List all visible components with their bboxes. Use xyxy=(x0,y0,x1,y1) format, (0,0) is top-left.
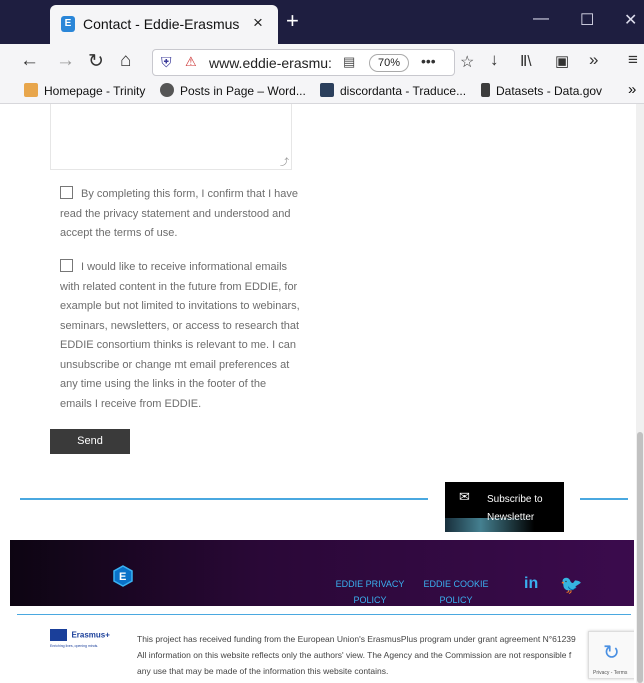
bookmark-label: discordanta - Traduce... xyxy=(340,84,467,98)
eddie-logo-icon[interactable]: E xyxy=(112,565,134,587)
bookmark-label: Posts in Page – Word... xyxy=(180,84,306,98)
send-button[interactable]: Send xyxy=(50,429,130,454)
library-icon[interactable]: Ⅱ\ xyxy=(520,52,532,70)
bookmark-label: Datasets - Data.gov xyxy=(496,84,603,98)
site-footer: E EDDIE PRIVACY POLICY EDDIE COOKIE POLI… xyxy=(10,540,634,606)
resize-handle-icon[interactable]: ⤴ xyxy=(280,155,289,168)
newsletter-checkbox[interactable] xyxy=(60,259,73,272)
twitter-icon[interactable]: 🐦 xyxy=(560,575,582,596)
shield-icon[interactable]: ⛨ xyxy=(161,54,172,71)
close-window-icon[interactable]: ✕ xyxy=(624,10,637,30)
translate-icon xyxy=(320,83,334,97)
zoom-level[interactable]: 70% xyxy=(369,54,409,72)
back-icon[interactable]: ← xyxy=(20,50,39,72)
maximize-icon[interactable]: ☐ xyxy=(580,10,594,30)
downloads-icon[interactable]: ↓ xyxy=(490,50,499,70)
tab-contact[interactable]: E Contact - Eddie-Erasmus × xyxy=(50,5,278,44)
site-favicon-icon: E xyxy=(61,16,75,32)
wordpress-icon xyxy=(160,83,174,97)
insecure-lock-icon[interactable]: ⚠ xyxy=(185,54,197,70)
newsletter-label: I would like to receive informational em… xyxy=(60,261,300,410)
forward-icon[interactable]: → xyxy=(56,50,75,72)
cookie-link-line-1: EDDIE COOKIE xyxy=(423,579,489,589)
webpage-viewport: ⤴ By completing this form, I confirm tha… xyxy=(10,104,634,683)
scrollbar-thumb[interactable] xyxy=(637,432,643,683)
recaptcha-links[interactable]: Privacy - Terms xyxy=(593,670,627,676)
newsletter-checkbox-row: I would like to receive informational em… xyxy=(60,258,300,414)
consent-label: By completing this form, I confirm that … xyxy=(60,188,299,239)
svg-text:E: E xyxy=(119,571,126,583)
reload-icon[interactable]: ↻ xyxy=(88,50,104,73)
privacy-link-line-1: EDDIE PRIVACY xyxy=(335,579,405,589)
divider-left xyxy=(20,498,428,500)
eu-flag-icon xyxy=(50,628,67,641)
url-text[interactable]: www.eddie-erasmu: xyxy=(209,55,332,71)
bookmark-item[interactable]: discordanta - Traduce... xyxy=(320,83,466,98)
envelope-icon: ✉ xyxy=(459,489,470,504)
bookmarks-overflow-icon[interactable]: » xyxy=(628,81,636,98)
divider-right xyxy=(580,498,628,500)
newsletter-line-1: Subscribe to xyxy=(487,494,543,505)
cookie-policy-link[interactable]: EDDIE COOKIE POLICY xyxy=(418,576,494,608)
message-textarea[interactable]: ⤴ xyxy=(50,104,292,170)
browser-titlebar: E Contact - Eddie-Erasmus × + — ☐ ✕ xyxy=(0,0,644,44)
navigation-toolbar: ← → ↻ ⌂ ⛨ ⚠ www.eddie-erasmu: ▤ 70% ••• … xyxy=(0,44,644,78)
linkedin-icon[interactable]: in xyxy=(524,575,538,593)
reader-view-icon[interactable]: ▤ xyxy=(343,54,355,70)
funding-line-2: All information on this website reflects… xyxy=(137,650,572,660)
menu-icon[interactable]: ≡ xyxy=(628,50,638,70)
bookmark-item[interactable]: Posts in Page – Word... xyxy=(160,83,306,98)
erasmus-tagline: Enriching lives, opening minds. xyxy=(50,644,99,648)
consent-checkbox[interactable] xyxy=(60,186,73,199)
privacy-link-line-2: POLICY xyxy=(353,595,387,605)
minimize-icon[interactable]: — xyxy=(533,10,549,28)
cookie-link-line-2: POLICY xyxy=(439,595,473,605)
newsletter-text: Subscribe to Newsletter xyxy=(487,491,543,527)
tab-title: Contact - Eddie-Erasmus xyxy=(83,16,240,32)
home-icon[interactable]: ⌂ xyxy=(120,50,131,72)
bookmark-favicon-icon xyxy=(24,83,38,97)
funding-line-1: This project has received funding from t… xyxy=(137,634,576,644)
new-tab-button[interactable]: + xyxy=(286,8,299,34)
privacy-policy-link[interactable]: EDDIE PRIVACY POLICY xyxy=(330,576,410,608)
funding-notice: This project has received funding from t… xyxy=(137,631,597,679)
address-bar[interactable]: ⛨ ⚠ www.eddie-erasmu: ▤ 70% ••• xyxy=(152,49,455,76)
page-actions-icon[interactable]: ••• xyxy=(421,53,436,69)
overflow-chevron-icon[interactable]: » xyxy=(589,50,598,70)
erasmus-logo: Erasmus+ Enriching lives, opening minds. xyxy=(50,626,110,648)
bookmarks-toolbar: Homepage - Trinity Posts in Page – Word.… xyxy=(0,78,644,104)
bookmark-item[interactable]: Datasets - Data.gov xyxy=(481,83,602,98)
recaptcha-icon: ↻ xyxy=(603,642,620,664)
subscribe-newsletter-button[interactable]: ✉ Subscribe to Newsletter xyxy=(445,482,564,532)
footer-divider xyxy=(17,614,631,615)
sidebar-icon[interactable]: ▣ xyxy=(555,52,569,70)
pocket-icon[interactable]: ☆ xyxy=(460,52,474,72)
recaptcha-badge[interactable]: ↻ Privacy - Terms xyxy=(588,631,634,679)
bookmark-label: Homepage - Trinity xyxy=(44,84,146,98)
datagov-icon xyxy=(481,83,490,97)
newsletter-line-2: Newsletter xyxy=(487,512,535,523)
erasmus-label: Erasmus+ xyxy=(71,630,110,640)
consent-checkbox-row: By completing this form, I confirm that … xyxy=(60,185,300,244)
funding-line-3: any use that may be made of the informat… xyxy=(137,666,389,676)
tab-close-icon[interactable]: × xyxy=(253,13,263,33)
bookmark-item[interactable]: Homepage - Trinity xyxy=(24,83,145,98)
